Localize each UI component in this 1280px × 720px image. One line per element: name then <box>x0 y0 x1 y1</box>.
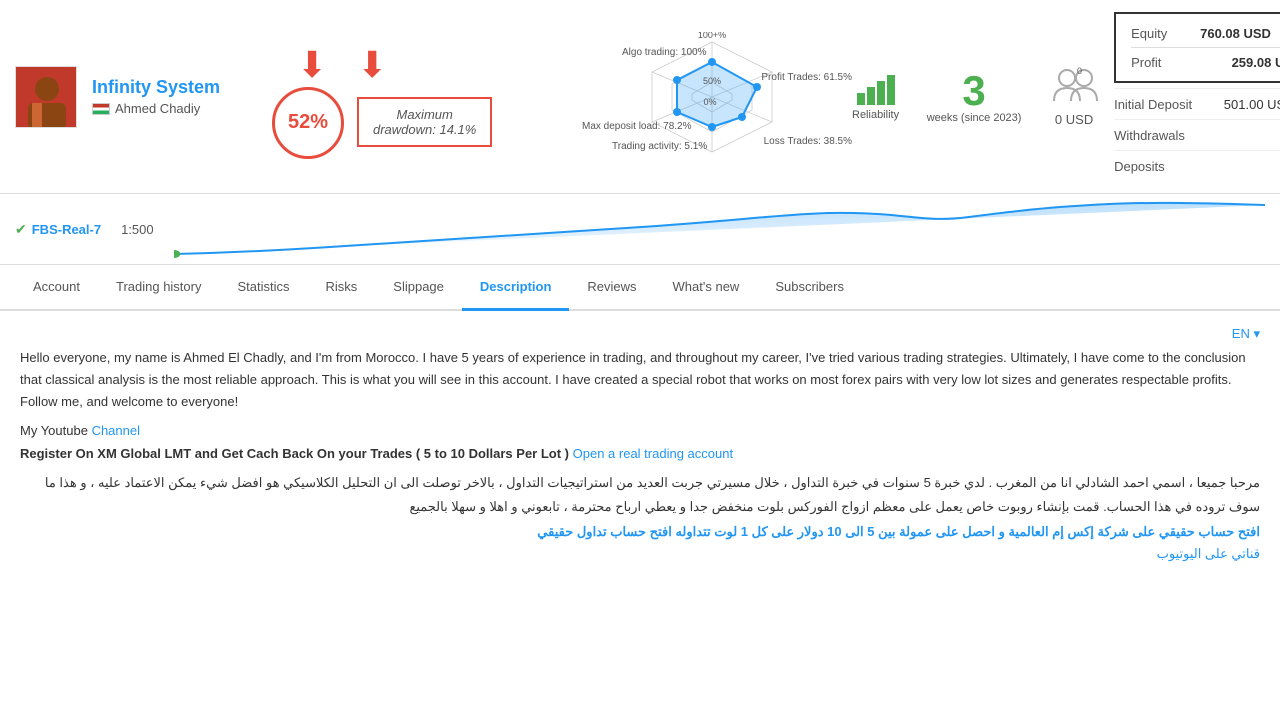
youtube-link[interactable]: Channel <box>92 423 140 438</box>
weeks-section: 3 weeks (since 2023) <box>914 70 1034 124</box>
reliability-label: Reliability <box>852 109 899 121</box>
reliability-section: Reliability <box>852 73 899 121</box>
header: Infinity System Ahmed Chadiy ⬇ ⬇ 52% Max… <box>0 0 1280 194</box>
tab-subscribers[interactable]: Subscribers <box>757 265 862 311</box>
weeks-number: 3 <box>914 70 1034 112</box>
checkmark-icon: ✔ <box>15 221 27 238</box>
svg-text:100+%: 100+% <box>698 32 726 40</box>
svg-text:0: 0 <box>1077 66 1082 76</box>
profit-label: Profit <box>1131 55 1201 70</box>
line-chart <box>174 199 1265 259</box>
equity-label: Equity <box>1131 26 1200 41</box>
register-bold: Register On XM Global LMT and Get Cach B… <box>20 446 569 461</box>
arabic-link-line: افتح حساب حقيقي على شركة إكس إم العالمية… <box>20 524 1260 540</box>
author-name: Ahmed Chadiy <box>115 101 200 116</box>
weeks-label: weeks (since 2023) <box>914 112 1034 124</box>
equity-value: 760.08 USD <box>1200 26 1280 41</box>
register-line: Register On XM Global LMT and Get Cach B… <box>20 446 1260 461</box>
arrows-section: ⬇ ⬇ 52% Maximum drawdown: 14.1% <box>267 47 587 147</box>
system-info: Infinity System Ahmed Chadiy <box>92 77 252 116</box>
deposits-label: Deposits <box>1114 159 1234 174</box>
arabic-link-2[interactable]: افتح حساب تداول حقيقي <box>537 524 672 539</box>
server-name-badge: ✔ FBS-Real-7 <box>15 221 101 238</box>
leverage: 1:500 <box>121 222 154 237</box>
arabic-link-1[interactable]: افتح حساب حقيقي على شركة إكس إم العالمية… <box>675 524 1260 539</box>
radar-label-loss: Loss Trades: 38.5% <box>764 136 852 147</box>
drawdown-box: Maximum drawdown: 14.1% <box>357 97 492 147</box>
radar-label-activity: Trading activity: 5.1% <box>612 141 707 152</box>
withdrawals-label: Withdrawals <box>1114 128 1234 143</box>
tab-account[interactable]: Account <box>15 265 98 311</box>
percent-badge: 52% <box>272 87 344 159</box>
initial-deposit-value: 501.00 USD <box>1224 97 1280 112</box>
arabic-text-1: مرحبا جميعا ، اسمي احمد الشادلي انا من ا… <box>20 471 1260 518</box>
youtube-prefix: My Youtube <box>20 423 92 438</box>
youtube-line: My Youtube Channel <box>20 423 1260 438</box>
arrow-down-1: ⬇ <box>297 47 327 83</box>
lang-selector[interactable]: EN ▾ <box>1232 326 1260 341</box>
followers-usd: 0 USD <box>1055 112 1093 127</box>
drawdown-value: drawdown: 14.1% <box>373 122 476 137</box>
arabic-youtube-link[interactable]: قناتي على اليوتيوب <box>1157 546 1260 561</box>
tab-description[interactable]: Description <box>462 265 570 311</box>
radar-label-deposit: Max deposit load: 78.2% <box>582 121 692 132</box>
tab-slippage[interactable]: Slippage <box>375 265 462 311</box>
drawdown-label: Maximum <box>373 107 476 122</box>
tab-statistics[interactable]: Statistics <box>219 265 307 311</box>
svg-text:50%: 50% <box>703 76 721 86</box>
server-name: FBS-Real-7 <box>32 222 101 237</box>
flag-icon <box>92 103 110 115</box>
radar-label-algo: Algo trading: 100% <box>622 47 707 58</box>
description-main-text: Hello everyone, my name is Ahmed El Chad… <box>20 347 1260 413</box>
radar-area: 100+% 50% 0% Algo trading: 100% Profit T… <box>602 47 822 147</box>
avatar <box>15 66 77 128</box>
radar-label-profit: Profit Trades: 61.5% <box>761 72 852 83</box>
tab-reviews[interactable]: Reviews <box>569 265 654 311</box>
description-area: EN ▾ Hello everyone, my name is Ahmed El… <box>0 311 1280 583</box>
tabs-bar: Account Trading history Statistics Risks… <box>0 265 1280 311</box>
stats-section: Equity 760.08 USD Profit 259.08 USD Init… <box>1114 12 1280 181</box>
arabic-youtube: قناتي على اليوتيوب <box>20 546 1260 562</box>
initial-deposit-label: Initial Deposit <box>1114 97 1224 112</box>
register-link[interactable]: Open a real trading account <box>569 446 733 461</box>
profit-value: 259.08 USD <box>1232 55 1280 70</box>
chart-line-area: ✔ FBS-Real-7 1:500 <box>0 194 1280 265</box>
followers-section: 0 0 USD <box>1049 66 1099 127</box>
system-name: Infinity System <box>92 77 252 98</box>
tab-risks[interactable]: Risks <box>308 265 376 311</box>
arrow-down-2: ⬇ <box>357 47 387 83</box>
tab-trading-history[interactable]: Trading history <box>98 265 220 311</box>
reliability-bars <box>857 73 895 105</box>
svg-text:0%: 0% <box>703 97 716 107</box>
followers-icon: 0 <box>1049 66 1099 109</box>
equity-profit-box: Equity 760.08 USD Profit 259.08 USD <box>1114 12 1280 83</box>
tab-whats-new[interactable]: What's new <box>655 265 758 311</box>
